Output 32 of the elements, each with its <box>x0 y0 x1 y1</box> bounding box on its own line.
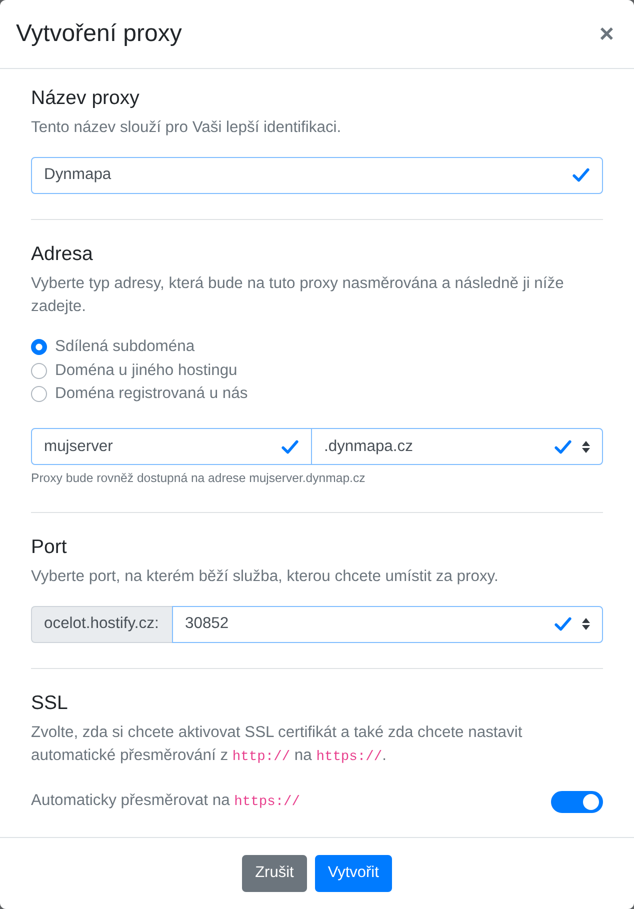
radio-label[interactable]: Doména registrovaná u nás <box>55 382 248 406</box>
cancel-button[interactable]: Zrušit <box>242 854 307 892</box>
radio-label[interactable]: Doména u jiného hostingu <box>55 358 238 383</box>
section-heading: Adresa <box>31 242 94 266</box>
submit-button[interactable]: Vytvořit <box>314 854 392 892</box>
input-prefix: ocelot.hostify.cz: <box>31 606 173 642</box>
switch-label: Automaticky přesměrovat na https:// <box>31 791 300 812</box>
section-heading: SSL <box>31 690 69 714</box>
up-down-caret-icon <box>582 440 590 452</box>
name-input[interactable]: Dynmapa <box>31 156 603 194</box>
check-icon <box>554 440 572 454</box>
close-button[interactable]: × <box>597 22 616 46</box>
check-icon <box>281 440 299 454</box>
section-heading: Název proxy <box>31 86 140 110</box>
radio-button[interactable] <box>31 362 47 379</box>
section-description: Vyberte typ adresy, která bude na tuto proxy nasměrována a následně ji níže zadejte. <box>31 274 565 317</box>
section-heading: Port <box>31 535 68 559</box>
up-down-caret-icon <box>582 618 590 630</box>
toggle-switch[interactable] <box>551 790 603 812</box>
section-description: Tento název slouží pro Vaši lepší identifikaci. <box>31 118 342 138</box>
port-select[interactable]: 30852 <box>172 606 603 642</box>
domain-select[interactable]: .dynmapa.cz <box>311 428 603 465</box>
check-icon <box>554 617 572 631</box>
section-description: Vyberte port, na kterém běží služba, kterou chcete umístit za proxy. <box>31 567 500 587</box>
radio-button[interactable] <box>31 339 47 356</box>
radio-label[interactable]: Sdílená subdoména <box>55 335 195 360</box>
subdomain-input[interactable]: mujserver <box>31 428 312 465</box>
radio-button[interactable] <box>31 386 47 402</box>
section-description: Zvolte, zda si chcete aktivovat SSL certifikát a také zda chcete nastavit automatické přesměrování z http:// na https://. <box>31 722 524 767</box>
check-icon <box>572 168 590 182</box>
help-text: Proxy bude rovněž dostupná na adrese mujserver.dynmap.cz <box>31 470 366 487</box>
modal-title: Vytvoření proxy <box>16 19 182 50</box>
